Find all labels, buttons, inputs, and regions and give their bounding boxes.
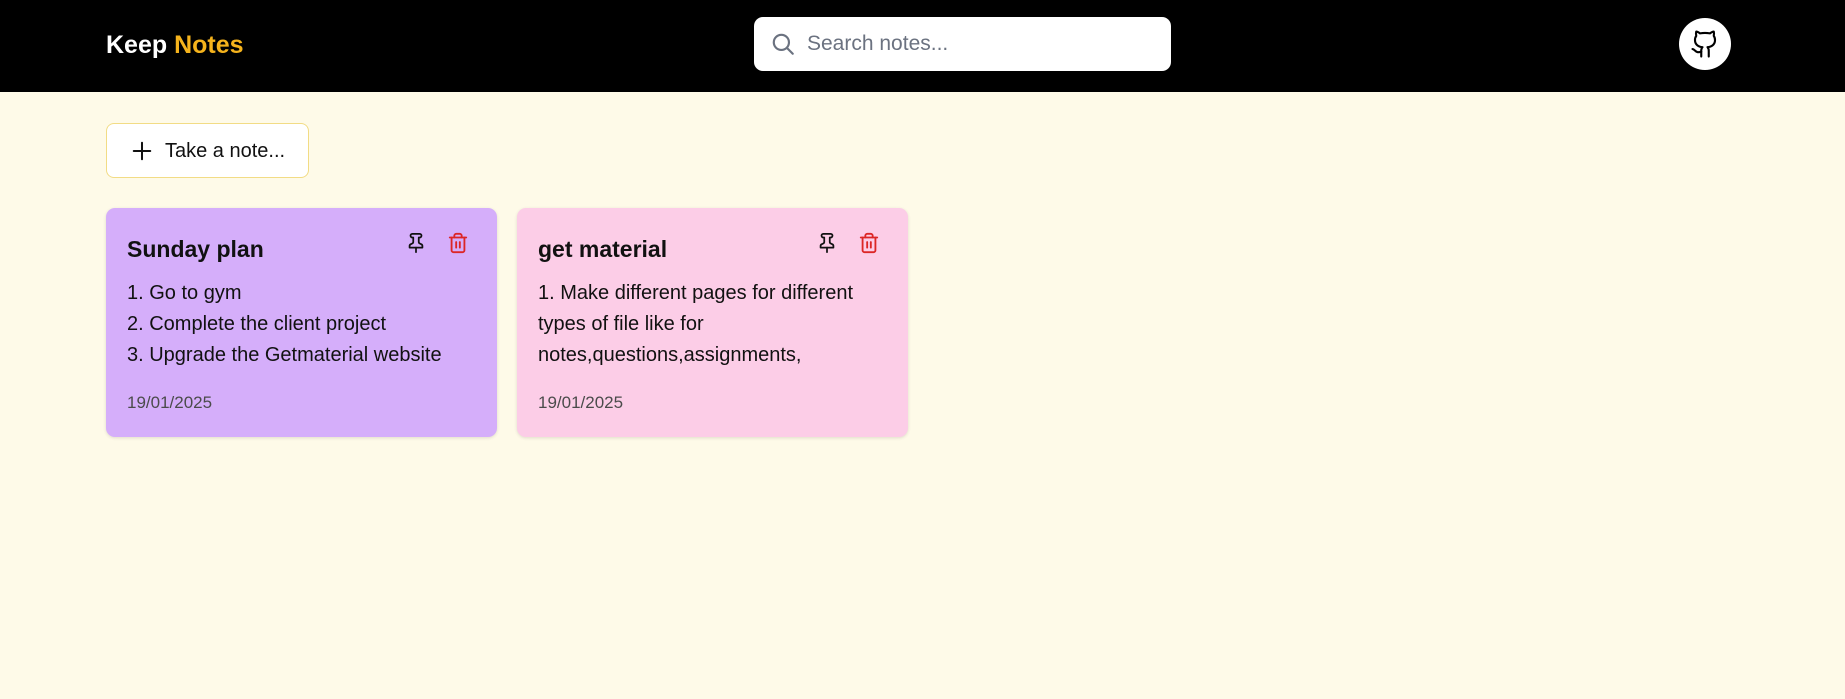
plus-icon bbox=[132, 141, 152, 161]
note-content: 1. Make different pages for different ty… bbox=[538, 278, 898, 371]
app-logo[interactable]: Keep Notes bbox=[106, 28, 244, 62]
pin-icon[interactable] bbox=[405, 232, 427, 254]
search-icon bbox=[772, 33, 794, 55]
take-note-label: Take a note... bbox=[165, 140, 286, 162]
trash-icon[interactable] bbox=[858, 232, 880, 254]
logo-text-keep: Keep bbox=[106, 31, 168, 59]
note-title: Sunday plan bbox=[127, 236, 264, 262]
trash-icon[interactable] bbox=[447, 232, 469, 254]
note-line: notes,questions,assignments, bbox=[538, 344, 802, 366]
github-icon bbox=[1691, 30, 1717, 58]
note-date: 19/01/2025 bbox=[538, 393, 624, 412]
note-line: 3. Upgrade the Getmaterial website bbox=[127, 344, 442, 366]
logo-text-notes: Notes bbox=[174, 31, 244, 59]
note-card[interactable]: get material 1. Make different pages for… bbox=[517, 208, 908, 437]
top-navbar: Keep Notes bbox=[0, 0, 1845, 92]
note-card[interactable]: Sunday plan 1. Go to gym 2. Complete the… bbox=[106, 208, 497, 437]
pin-icon[interactable] bbox=[816, 232, 838, 254]
note-line: 2. Complete the client project bbox=[127, 313, 387, 335]
search-bar bbox=[754, 17, 1171, 71]
note-content: 1. Go to gym 2. Complete the client proj… bbox=[127, 278, 487, 371]
note-line: 1. Make different pages for different bbox=[538, 282, 854, 304]
note-line: types of file like for bbox=[538, 313, 704, 335]
note-date: 19/01/2025 bbox=[127, 393, 213, 412]
search-input[interactable] bbox=[807, 17, 1157, 71]
take-note-button[interactable]: Take a note... bbox=[106, 123, 309, 178]
github-button[interactable] bbox=[1679, 18, 1731, 70]
note-title: get material bbox=[538, 236, 668, 262]
note-line: 1. Go to gym bbox=[127, 282, 242, 304]
